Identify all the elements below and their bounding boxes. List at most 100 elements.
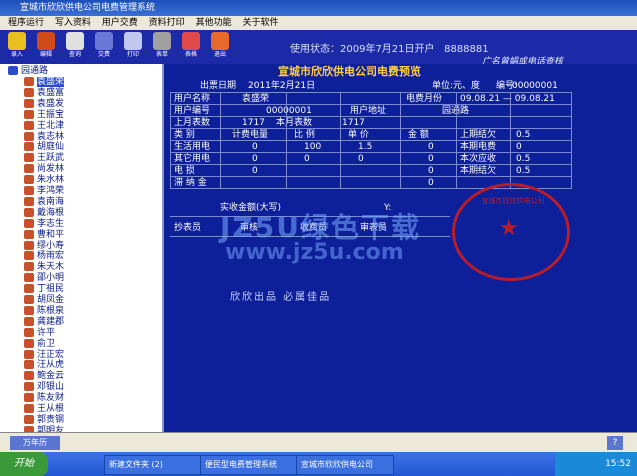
row-side-value: 0.5 bbox=[516, 166, 531, 176]
person-icon bbox=[24, 164, 34, 174]
tree-item[interactable]: 杨雨宏 bbox=[24, 251, 64, 262]
task-bill[interactable]: 宣城市欣欣供电公司 bbox=[296, 455, 394, 475]
customer-tree[interactable]: 园通路 袁盛荣 袁盛富 袁盛发 王振宝 王北津 袁志林 胡庭仙 王跃武 尚发林 朱水林 李鸿荣 袁南海… bbox=[0, 64, 164, 432]
person-icon bbox=[24, 153, 34, 163]
tree-item-label: 汪从虎 bbox=[37, 360, 65, 371]
tree-item[interactable]: 胡凤金 bbox=[24, 295, 64, 306]
row-label: 滞 纳 金 bbox=[174, 178, 207, 188]
user-code: 00000001 bbox=[266, 106, 312, 116]
person-icon bbox=[24, 393, 34, 403]
address-label: 用户地址 bbox=[350, 106, 387, 116]
person-icon bbox=[24, 295, 34, 304]
row-ratio: 0 bbox=[304, 154, 310, 164]
menu-other[interactable]: 其他功能 bbox=[196, 18, 232, 28]
start-button[interactable]: 开始 bbox=[0, 452, 48, 476]
tree-item[interactable]: 戴海根 bbox=[24, 207, 64, 219]
row-amount: 0 bbox=[428, 178, 434, 188]
bill-title: 宣城市欣欣供电公司电费预览 bbox=[278, 65, 421, 78]
toolbar-button-6[interactable]: 表格 bbox=[180, 32, 202, 62]
tree-item[interactable]: 王振宝 bbox=[24, 109, 64, 121]
tree-item[interactable]: 李鸿荣 bbox=[24, 186, 64, 197]
tree-item[interactable]: 丁祖民 bbox=[24, 284, 64, 295]
tree-item[interactable]: 汪从虎 bbox=[24, 360, 64, 371]
row-usage: 0 bbox=[252, 142, 258, 152]
person-icon bbox=[24, 327, 34, 337]
tree-item[interactable]: 邓银山 bbox=[24, 382, 64, 393]
tree-item[interactable]: 王从根 bbox=[24, 404, 64, 415]
tree-item-label: 丁祖民 bbox=[37, 284, 65, 295]
toolbar-button-4[interactable]: 打印 bbox=[122, 32, 144, 62]
tree-item[interactable]: 郭贵钢 bbox=[24, 414, 64, 426]
tree-item-label: 李鸿荣 bbox=[37, 186, 65, 196]
tree-item[interactable]: 曹和平 bbox=[24, 229, 65, 241]
person-icon bbox=[24, 142, 34, 152]
calendar-button[interactable]: 万年历 bbox=[10, 436, 60, 450]
tree-item[interactable]: 俞卫 bbox=[24, 338, 56, 350]
tree-item[interactable]: 胡庭仙 bbox=[24, 142, 64, 153]
menu-write[interactable]: 写入资料 bbox=[55, 18, 91, 28]
toolbar-button-7[interactable]: 退出 bbox=[209, 32, 231, 62]
grid-line bbox=[170, 164, 572, 165]
tree-item[interactable]: 汪正宏 bbox=[24, 349, 64, 361]
menu-print[interactable]: 资料打印 bbox=[149, 18, 185, 28]
tree-item[interactable]: 袁南海 bbox=[24, 196, 65, 208]
tree-item[interactable]: 王跃武 bbox=[24, 153, 64, 164]
curr-reading: 1717 bbox=[342, 118, 365, 128]
toolbar-label: 交费 bbox=[97, 51, 110, 58]
tree-item[interactable]: 邵小明 bbox=[24, 273, 64, 284]
tree-item[interactable]: 朱水林 bbox=[24, 175, 64, 186]
menu-program[interactable]: 程序运行 bbox=[8, 18, 44, 28]
tree-root[interactable]: 园通路 bbox=[8, 66, 48, 77]
seal-text: 宣城市欣欣供电公司 bbox=[481, 197, 545, 205]
tree-item[interactable]: 袁盛发 bbox=[24, 98, 64, 110]
row-price: 1.5 bbox=[358, 142, 373, 152]
tree-item-label: 胡庭仙 bbox=[37, 142, 65, 153]
tree-item[interactable]: 龚建郡 bbox=[24, 316, 64, 328]
tree-item[interactable]: 陈根泉 bbox=[24, 305, 64, 317]
person-icon bbox=[24, 196, 34, 206]
toolbar-button-1[interactable]: 编辑 bbox=[35, 32, 57, 62]
row-side-label: 本期结欠 bbox=[460, 166, 497, 176]
grid-line bbox=[510, 92, 511, 188]
task-app[interactable]: 便民型电费管理系统 bbox=[200, 455, 298, 475]
grid-line bbox=[400, 92, 401, 188]
tree-item[interactable]: 尚发林 bbox=[24, 164, 64, 175]
taskbar: 开始 新建文件夹 (2) 便民型电费管理系统 宣城市欣欣供电公司 15:52 bbox=[0, 452, 637, 476]
clipboard-icon bbox=[37, 32, 55, 50]
toolbar-button-0[interactable]: 录入 bbox=[6, 32, 28, 62]
tree-item[interactable]: 袁志林 bbox=[24, 131, 64, 143]
tree-item[interactable]: 王北津 bbox=[24, 120, 64, 132]
toolbar-button-5[interactable]: 表单 bbox=[151, 32, 173, 62]
tree-item-label: 俞卫 bbox=[37, 338, 56, 349]
tree-item[interactable]: 朱天木 bbox=[24, 262, 64, 273]
grid-line bbox=[571, 92, 572, 188]
status-text: 使用状态：2009年7月21日开户 8888881 bbox=[290, 40, 489, 55]
tree-item[interactable]: 李志生 bbox=[24, 218, 64, 230]
tree-item[interactable]: 许平 bbox=[24, 327, 55, 339]
col-category: 类 别 bbox=[174, 130, 195, 140]
tree-item[interactable]: 缪小寿 bbox=[24, 240, 64, 252]
watermark-url: www.jz5u.com bbox=[225, 240, 404, 265]
tree-item-label: 袁南海 bbox=[37, 196, 65, 207]
toolbar-label: 退出 bbox=[213, 51, 226, 58]
row-label: 其它用电 bbox=[174, 154, 211, 164]
toolbar-button-3[interactable]: 交费 bbox=[93, 32, 115, 62]
printer-icon bbox=[124, 32, 142, 50]
toolbar-button-2[interactable]: 查询 bbox=[64, 32, 86, 62]
help-button[interactable]: ? bbox=[607, 436, 623, 450]
tree-item-label: 尚发林 bbox=[37, 164, 65, 175]
menu-bar: 程序运行 写入资料 用户交费 资料打印 其他功能 关于软件 bbox=[0, 16, 637, 30]
system-tray: 15:52 bbox=[555, 452, 637, 476]
tree-item[interactable]: 袁盛荣 bbox=[24, 77, 65, 88]
person-icon bbox=[24, 120, 34, 130]
tree-item-label: 曹和平 bbox=[37, 229, 65, 240]
menu-about[interactable]: 关于软件 bbox=[242, 18, 278, 28]
row-side-value: 0.5 bbox=[516, 154, 531, 164]
bill-no: 00000001 bbox=[512, 81, 558, 91]
row-usage: 0 bbox=[252, 166, 258, 176]
menu-payment[interactable]: 用户交费 bbox=[102, 18, 138, 28]
tree-item[interactable]: 袁盛富 bbox=[24, 87, 64, 99]
tree-item[interactable]: 鲍金云 bbox=[24, 371, 64, 382]
task-folder[interactable]: 新建文件夹 (2) bbox=[104, 455, 202, 475]
tree-item[interactable]: 陈友财 bbox=[24, 393, 64, 404]
